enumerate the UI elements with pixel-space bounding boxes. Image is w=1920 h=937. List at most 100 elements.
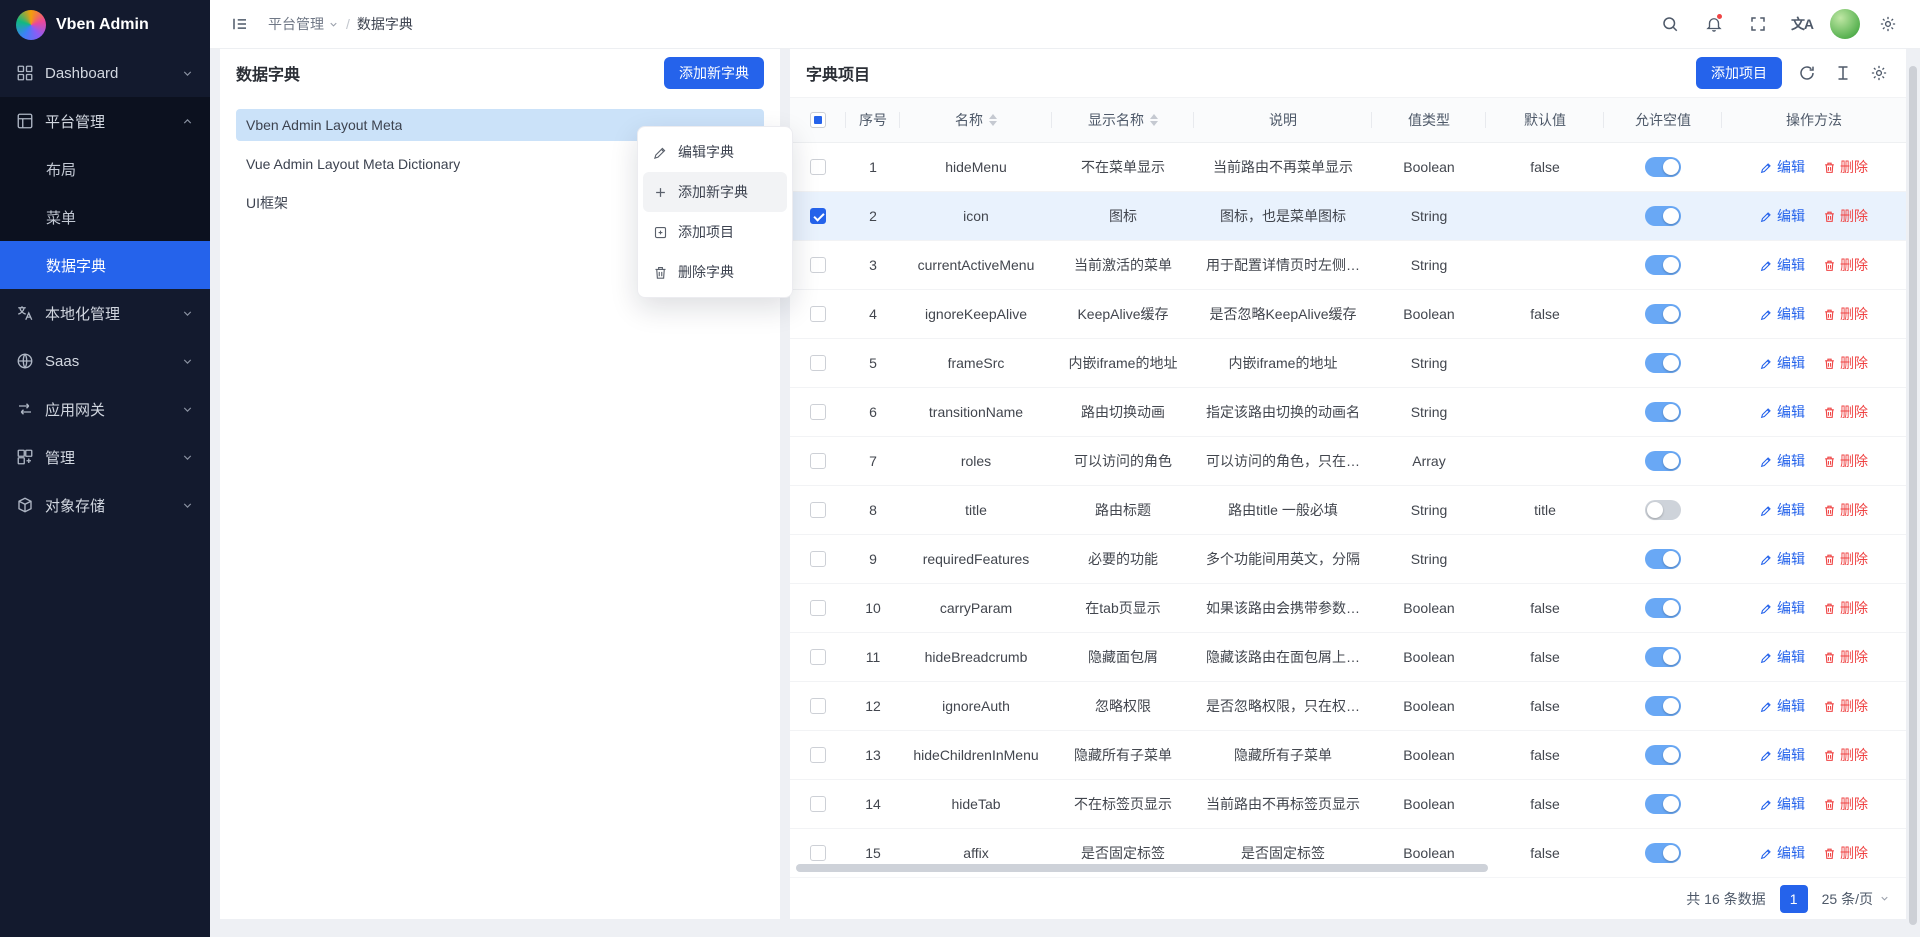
- language-switch-icon[interactable]: 文A: [1786, 8, 1818, 40]
- edit-button[interactable]: 编辑: [1760, 843, 1805, 863]
- sidebar-item-management[interactable]: 管理: [0, 433, 210, 481]
- edit-button[interactable]: 编辑: [1760, 794, 1805, 814]
- delete-button[interactable]: 删除: [1823, 696, 1868, 716]
- table-settings-gear-icon[interactable]: [1868, 62, 1890, 84]
- edit-button[interactable]: 编辑: [1760, 304, 1805, 324]
- page-size-select[interactable]: 25 条/页: [1822, 889, 1890, 909]
- row-nullable-toggle[interactable]: [1645, 206, 1681, 226]
- row-checkbox[interactable]: [810, 257, 826, 273]
- sort-icon[interactable]: [1150, 114, 1158, 126]
- row-checkbox[interactable]: [810, 208, 826, 224]
- logo[interactable]: Vben Admin: [0, 0, 210, 49]
- add-dictionary-button[interactable]: 添加新字典: [664, 57, 764, 89]
- sidebar-item-saas[interactable]: Saas: [0, 337, 210, 385]
- context-menu-item-edit-dictionary[interactable]: 编辑字典: [643, 132, 787, 172]
- edit-button[interactable]: 编辑: [1760, 500, 1805, 520]
- sidebar-item-app-gateway[interactable]: 应用网关: [0, 385, 210, 433]
- row-height-icon[interactable]: [1832, 62, 1854, 84]
- horizontal-scrollbar[interactable]: [796, 864, 1488, 872]
- row-checkbox[interactable]: [810, 404, 826, 420]
- search-icon[interactable]: [1654, 8, 1686, 40]
- breadcrumb-item-platform[interactable]: 平台管理: [268, 14, 339, 34]
- row-checkbox[interactable]: [810, 649, 826, 665]
- edit-button[interactable]: 编辑: [1760, 696, 1805, 716]
- vertical-scrollbar[interactable]: [1909, 66, 1917, 925]
- edit-button[interactable]: 编辑: [1760, 598, 1805, 618]
- row-nullable-toggle[interactable]: [1645, 843, 1681, 863]
- settings-gear-icon[interactable]: [1872, 8, 1904, 40]
- edit-button[interactable]: 编辑: [1760, 157, 1805, 177]
- sidebar-item-platform-management[interactable]: 平台管理: [0, 97, 210, 145]
- row-nullable-toggle[interactable]: [1645, 402, 1681, 422]
- delete-button[interactable]: 删除: [1823, 794, 1868, 814]
- row-delete-label: 删除: [1840, 157, 1868, 177]
- row-checkbox[interactable]: [810, 845, 826, 861]
- edit-button[interactable]: 编辑: [1760, 549, 1805, 569]
- row-nullable-toggle[interactable]: [1645, 157, 1681, 177]
- edit-button[interactable]: 编辑: [1760, 451, 1805, 471]
- sidebar-item-object-storage[interactable]: 对象存储: [0, 481, 210, 529]
- delete-button[interactable]: 删除: [1823, 353, 1868, 373]
- context-menu-item-delete-dictionary[interactable]: 删除字典: [643, 252, 787, 292]
- refresh-icon[interactable]: [1796, 62, 1818, 84]
- delete-button[interactable]: 删除: [1823, 157, 1868, 177]
- sidebar-item-layout[interactable]: 布局: [0, 145, 210, 193]
- row-checkbox[interactable]: [810, 747, 826, 763]
- sidebar-fold-icon[interactable]: [224, 8, 256, 40]
- select-all-checkbox[interactable]: [810, 112, 826, 128]
- row-nullable-toggle[interactable]: [1645, 500, 1681, 520]
- notifications-bell-icon[interactable]: [1698, 8, 1730, 40]
- edit-button[interactable]: 编辑: [1760, 647, 1805, 667]
- delete-button[interactable]: 删除: [1823, 598, 1868, 618]
- sort-icon[interactable]: [989, 114, 997, 126]
- row-nullable-toggle[interactable]: [1645, 696, 1681, 716]
- row-nullable-toggle[interactable]: [1645, 647, 1681, 667]
- row-checkbox[interactable]: [810, 355, 826, 371]
- edit-button[interactable]: 编辑: [1760, 353, 1805, 373]
- row-edit-label: 编辑: [1777, 549, 1805, 569]
- header-cell-name[interactable]: 名称: [900, 98, 1052, 142]
- add-item-button[interactable]: 添加项目: [1696, 57, 1782, 89]
- delete-button[interactable]: 删除: [1823, 843, 1868, 863]
- context-menu-item-add-item[interactable]: 添加项目: [643, 212, 787, 252]
- delete-button[interactable]: 删除: [1823, 402, 1868, 422]
- row-checkbox[interactable]: [810, 159, 826, 175]
- row-nullable-toggle[interactable]: [1645, 745, 1681, 765]
- delete-button[interactable]: 删除: [1823, 549, 1868, 569]
- edit-button[interactable]: 编辑: [1760, 745, 1805, 765]
- delete-button[interactable]: 删除: [1823, 304, 1868, 324]
- pagination-page-button[interactable]: 1: [1780, 885, 1808, 913]
- sidebar-item-data-dictionary[interactable]: 数据字典: [0, 241, 210, 289]
- edit-button[interactable]: 编辑: [1760, 206, 1805, 226]
- row-checkbox[interactable]: [810, 306, 826, 322]
- delete-button[interactable]: 删除: [1823, 647, 1868, 667]
- row-checkbox[interactable]: [810, 551, 826, 567]
- row-checkbox[interactable]: [810, 796, 826, 812]
- delete-button[interactable]: 删除: [1823, 745, 1868, 765]
- avatar[interactable]: [1830, 9, 1860, 39]
- sidebar-item-menu[interactable]: 菜单: [0, 193, 210, 241]
- delete-button[interactable]: 删除: [1823, 451, 1868, 471]
- edit-button[interactable]: 编辑: [1760, 255, 1805, 275]
- context-menu-item-add-dictionary[interactable]: 添加新字典: [643, 172, 787, 212]
- row-description: 多个功能间用英文，分隔: [1206, 549, 1360, 569]
- row-nullable-toggle[interactable]: [1645, 549, 1681, 569]
- row-nullable-toggle[interactable]: [1645, 353, 1681, 373]
- row-nullable-toggle[interactable]: [1645, 304, 1681, 324]
- row-checkbox[interactable]: [810, 502, 826, 518]
- row-checkbox[interactable]: [810, 453, 826, 469]
- sidebar-item-dashboard[interactable]: Dashboard: [0, 49, 210, 97]
- header-cell-display-name[interactable]: 显示名称: [1052, 98, 1194, 142]
- row-nullable-toggle[interactable]: [1645, 598, 1681, 618]
- row-nullable-toggle[interactable]: [1645, 255, 1681, 275]
- delete-button[interactable]: 删除: [1823, 206, 1868, 226]
- delete-button[interactable]: 删除: [1823, 255, 1868, 275]
- row-nullable-toggle[interactable]: [1645, 794, 1681, 814]
- row-nullable-toggle[interactable]: [1645, 451, 1681, 471]
- row-checkbox[interactable]: [810, 600, 826, 616]
- fullscreen-icon[interactable]: [1742, 8, 1774, 40]
- delete-button[interactable]: 删除: [1823, 500, 1868, 520]
- sidebar-item-localization[interactable]: 本地化管理: [0, 289, 210, 337]
- row-checkbox[interactable]: [810, 698, 826, 714]
- edit-button[interactable]: 编辑: [1760, 402, 1805, 422]
